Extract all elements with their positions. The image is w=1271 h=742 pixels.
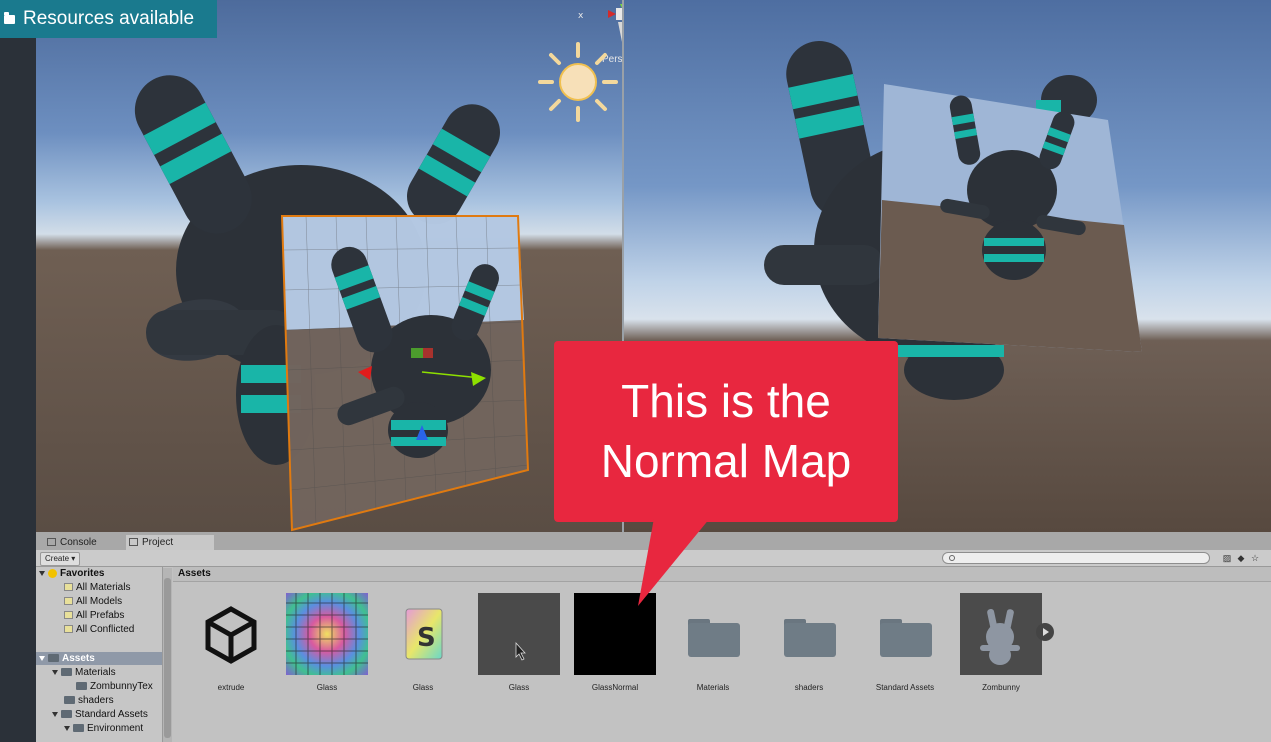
asset-item[interactable]: Standard Assets bbox=[862, 593, 948, 692]
favorites-header[interactable]: Favorites bbox=[39, 567, 104, 580]
asset-item[interactable]: S Glass bbox=[380, 593, 466, 692]
search-icon bbox=[64, 625, 73, 634]
asset-thumbnail bbox=[864, 593, 946, 675]
folder-icon bbox=[48, 654, 59, 663]
tree-item-label: ZombunnyTex bbox=[90, 681, 153, 692]
scrollbar-thumb[interactable] bbox=[164, 578, 171, 738]
cursor-icon bbox=[515, 641, 526, 661]
asset-item[interactable]: extrude bbox=[188, 593, 274, 692]
asset-item[interactable]: Zombunny bbox=[958, 593, 1044, 692]
resources-label: Resources available bbox=[23, 8, 195, 29]
tab-console[interactable]: Console bbox=[44, 535, 126, 550]
glass-texture-thumbnail bbox=[286, 593, 368, 675]
tab-project[interactable]: Project bbox=[126, 535, 214, 550]
tree-item-environment[interactable]: Environment bbox=[64, 722, 143, 735]
chevron-down-icon[interactable] bbox=[52, 669, 58, 675]
sun-icon bbox=[538, 42, 618, 122]
scene-view-left[interactable]: x Persp bbox=[36, 0, 622, 532]
video-left-strip bbox=[0, 0, 36, 742]
search-icon bbox=[949, 555, 955, 561]
create-button[interactable]: Create ▾ bbox=[40, 552, 81, 566]
zombunny-thumbnail bbox=[960, 593, 1042, 675]
tab-console-label: Console bbox=[60, 537, 97, 548]
resources-banner[interactable]: Resources available bbox=[0, 0, 217, 38]
tab-project-label: Project bbox=[142, 537, 174, 548]
svg-text:x: x bbox=[578, 11, 584, 21]
asset-thumbnail bbox=[768, 593, 850, 675]
chevron-down-icon[interactable] bbox=[52, 711, 58, 717]
asset-label: Materials bbox=[696, 683, 730, 692]
search-icon bbox=[64, 611, 73, 620]
assets-root[interactable]: Assets bbox=[36, 652, 162, 665]
chevron-down-icon[interactable] bbox=[39, 655, 45, 661]
project-tree: Favorites All Materials All Models All P… bbox=[36, 567, 163, 742]
favorite-item[interactable]: All Conflicted bbox=[64, 623, 134, 636]
tree-item-label: Standard Assets bbox=[75, 709, 148, 720]
folder-icon bbox=[76, 682, 87, 691]
callout-line-2: Normal Map bbox=[600, 435, 852, 487]
asset-label: Glass bbox=[316, 683, 338, 692]
asset-thumbnail: S bbox=[382, 593, 464, 675]
asset-item[interactable]: Glass bbox=[476, 593, 562, 692]
tree-item-zombunny-tex[interactable]: ZombunnyTex bbox=[76, 680, 153, 693]
favorite-item[interactable]: All Prefabs bbox=[64, 609, 124, 622]
folder-icon bbox=[61, 668, 72, 677]
asset-label: shaders bbox=[794, 683, 824, 692]
shader-file-icon: S bbox=[405, 608, 443, 660]
asset-label: extrude bbox=[217, 683, 245, 692]
favorite-item-label: All Conflicted bbox=[76, 624, 135, 635]
folder-icon bbox=[4, 11, 15, 24]
folder-icon bbox=[61, 710, 72, 719]
folder-icon bbox=[880, 619, 932, 657]
asset-label: Standard Assets bbox=[875, 683, 935, 692]
tree-item-label: Materials bbox=[75, 667, 116, 678]
glass-material-thumbnail bbox=[478, 593, 560, 675]
label-tag-icon[interactable]: ◆ bbox=[1236, 553, 1246, 563]
asset-label: Glass bbox=[412, 683, 434, 692]
favorite-item[interactable]: All Models bbox=[64, 595, 122, 608]
favorite-item[interactable]: All Materials bbox=[64, 581, 130, 594]
favorite-item-label: All Materials bbox=[76, 582, 131, 593]
zombunny-model-icon bbox=[980, 608, 1020, 665]
favorite-star-icon[interactable]: ☆ bbox=[1250, 553, 1260, 563]
chevron-down-icon[interactable] bbox=[64, 725, 70, 731]
scene-left-render bbox=[134, 75, 530, 532]
asset-item[interactable]: Glass bbox=[284, 593, 370, 692]
favorites-label: Favorites bbox=[60, 568, 105, 579]
expand-arrow-icon[interactable] bbox=[1036, 623, 1054, 641]
assets-breadcrumb[interactable]: Assets bbox=[173, 567, 1271, 582]
search-icon bbox=[64, 597, 73, 606]
texture-pattern bbox=[286, 593, 368, 675]
tree-item-label: shaders bbox=[78, 695, 114, 706]
search-icon bbox=[64, 583, 73, 592]
folder-icon bbox=[784, 619, 836, 657]
tree-item-shaders[interactable]: shaders bbox=[64, 694, 114, 707]
tree-item-label: Environment bbox=[87, 723, 144, 734]
tree-item-materials[interactable]: Materials bbox=[52, 666, 116, 679]
search-input[interactable] bbox=[942, 552, 1210, 564]
project-folder-icon bbox=[129, 538, 138, 546]
chevron-down-icon[interactable] bbox=[39, 570, 45, 576]
asset-item[interactable]: shaders bbox=[766, 593, 852, 692]
asset-label: Zombunny bbox=[982, 683, 1020, 692]
star-icon bbox=[48, 568, 57, 578]
favorite-item-label: All Prefabs bbox=[76, 610, 125, 621]
asset-label: Glass bbox=[508, 683, 530, 692]
folder-icon bbox=[64, 696, 75, 705]
callout-tail bbox=[638, 518, 710, 606]
svg-text:S: S bbox=[417, 623, 436, 653]
asset-label: GlassNormal bbox=[591, 683, 639, 692]
console-icon bbox=[47, 538, 56, 546]
tree-item-standard-assets[interactable]: Standard Assets bbox=[52, 708, 148, 721]
callout-line-1: This is the bbox=[621, 375, 831, 427]
unity-logo-icon bbox=[205, 606, 257, 664]
assets-root-label: Assets bbox=[62, 653, 95, 664]
filter-type-icon[interactable]: ▨ bbox=[1222, 553, 1232, 563]
favorite-item-label: All Models bbox=[76, 596, 123, 607]
tree-scrollbar[interactable] bbox=[163, 568, 172, 742]
asset-thumbnail bbox=[190, 593, 272, 675]
normal-map-callout: This is the Normal Map bbox=[554, 341, 898, 522]
folder-icon bbox=[73, 724, 84, 733]
